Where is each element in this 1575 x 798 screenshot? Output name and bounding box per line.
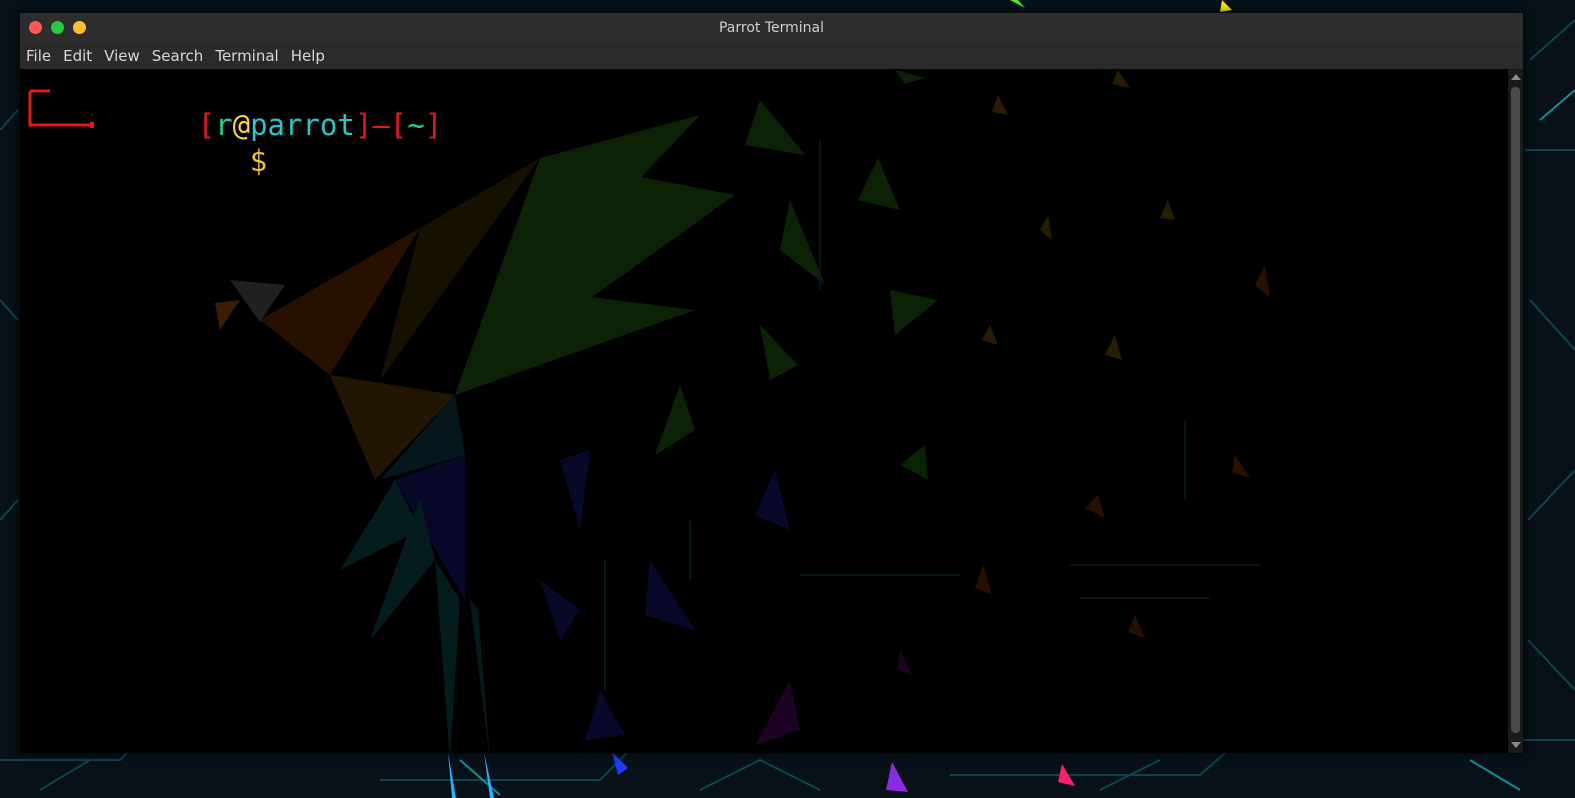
menu-terminal[interactable]: Terminal bbox=[209, 43, 284, 69]
shell-prompt: [r@parrot]—[~] $ bbox=[28, 71, 442, 251]
menu-bar: File Edit View Search Terminal Help bbox=[20, 43, 1523, 69]
prompt-close-bracket: ] bbox=[354, 108, 373, 142]
terminal-output-area[interactable]: [r@parrot]—[~] $ bbox=[20, 69, 1508, 753]
menu-edit[interactable]: Edit bbox=[57, 43, 98, 69]
scrollbar-thumb[interactable] bbox=[1511, 87, 1520, 733]
menu-file[interactable]: File bbox=[20, 43, 57, 69]
prompt-dir-close: ] bbox=[424, 108, 443, 142]
prompt-dash: — bbox=[372, 108, 390, 142]
menu-search[interactable]: Search bbox=[146, 43, 210, 69]
title-bar[interactable]: Parrot Terminal bbox=[20, 13, 1523, 43]
menu-view[interactable]: View bbox=[98, 43, 146, 69]
prompt-dir: ~ bbox=[407, 108, 425, 142]
terminal-window[interactable]: Parrot Terminal File Edit View Search Te… bbox=[20, 13, 1523, 753]
menu-help[interactable]: Help bbox=[285, 43, 331, 69]
prompt-dir-open: [ bbox=[389, 108, 408, 142]
prompt-symbol: $ bbox=[249, 144, 268, 178]
scroll-down-arrow-icon[interactable] bbox=[1511, 742, 1521, 748]
scroll-up-arrow-icon[interactable] bbox=[1511, 74, 1521, 80]
window-title: Parrot Terminal bbox=[718, 20, 825, 36]
vertical-scrollbar[interactable] bbox=[1508, 69, 1523, 753]
